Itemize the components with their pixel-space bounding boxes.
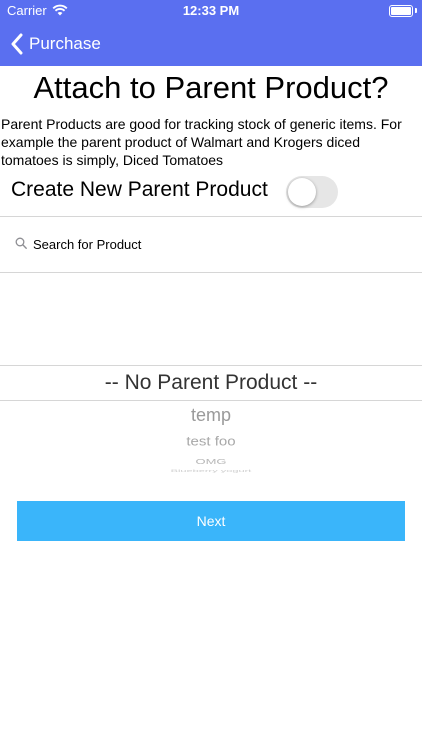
search-bar: [0, 217, 422, 272]
search-icon: [15, 237, 27, 249]
next-button[interactable]: Next: [17, 501, 405, 541]
create-parent-toggle[interactable]: [286, 176, 338, 208]
status-bar: Carrier 12:33 PM: [0, 0, 422, 22]
search-input[interactable]: [33, 233, 403, 255]
picker-bottom-line: [0, 400, 422, 401]
create-parent-label: Create New Parent Product: [11, 178, 268, 201]
battery-icon: [389, 5, 413, 17]
divider: [0, 272, 422, 273]
navigation-bar: Purchase: [0, 22, 422, 66]
picker-option[interactable]: Blueberry yogurt: [0, 469, 422, 472]
status-time: 12:33 PM: [182, 3, 240, 18]
back-button[interactable]: Purchase: [10, 31, 101, 57]
battery-nub: [415, 8, 417, 13]
create-parent-row: Create New Parent Product: [0, 172, 422, 212]
picker-option[interactable]: temp: [0, 404, 422, 426]
picker-option[interactable]: test foo: [0, 434, 422, 449]
description-text: Parent Products are good for tracking st…: [1, 116, 402, 168]
chevron-left-icon: [11, 33, 23, 55]
picker-selected-item[interactable]: -- No Parent Product --: [0, 365, 422, 401]
toggle-knob: [288, 178, 316, 206]
page-title: Attach to Parent Product?: [33, 70, 389, 105]
picker-option[interactable]: OMG: [0, 458, 422, 466]
parent-product-picker[interactable]: -- No Parent Product -- temp test foo OM…: [0, 365, 422, 473]
back-label: Purchase: [29, 34, 101, 53]
